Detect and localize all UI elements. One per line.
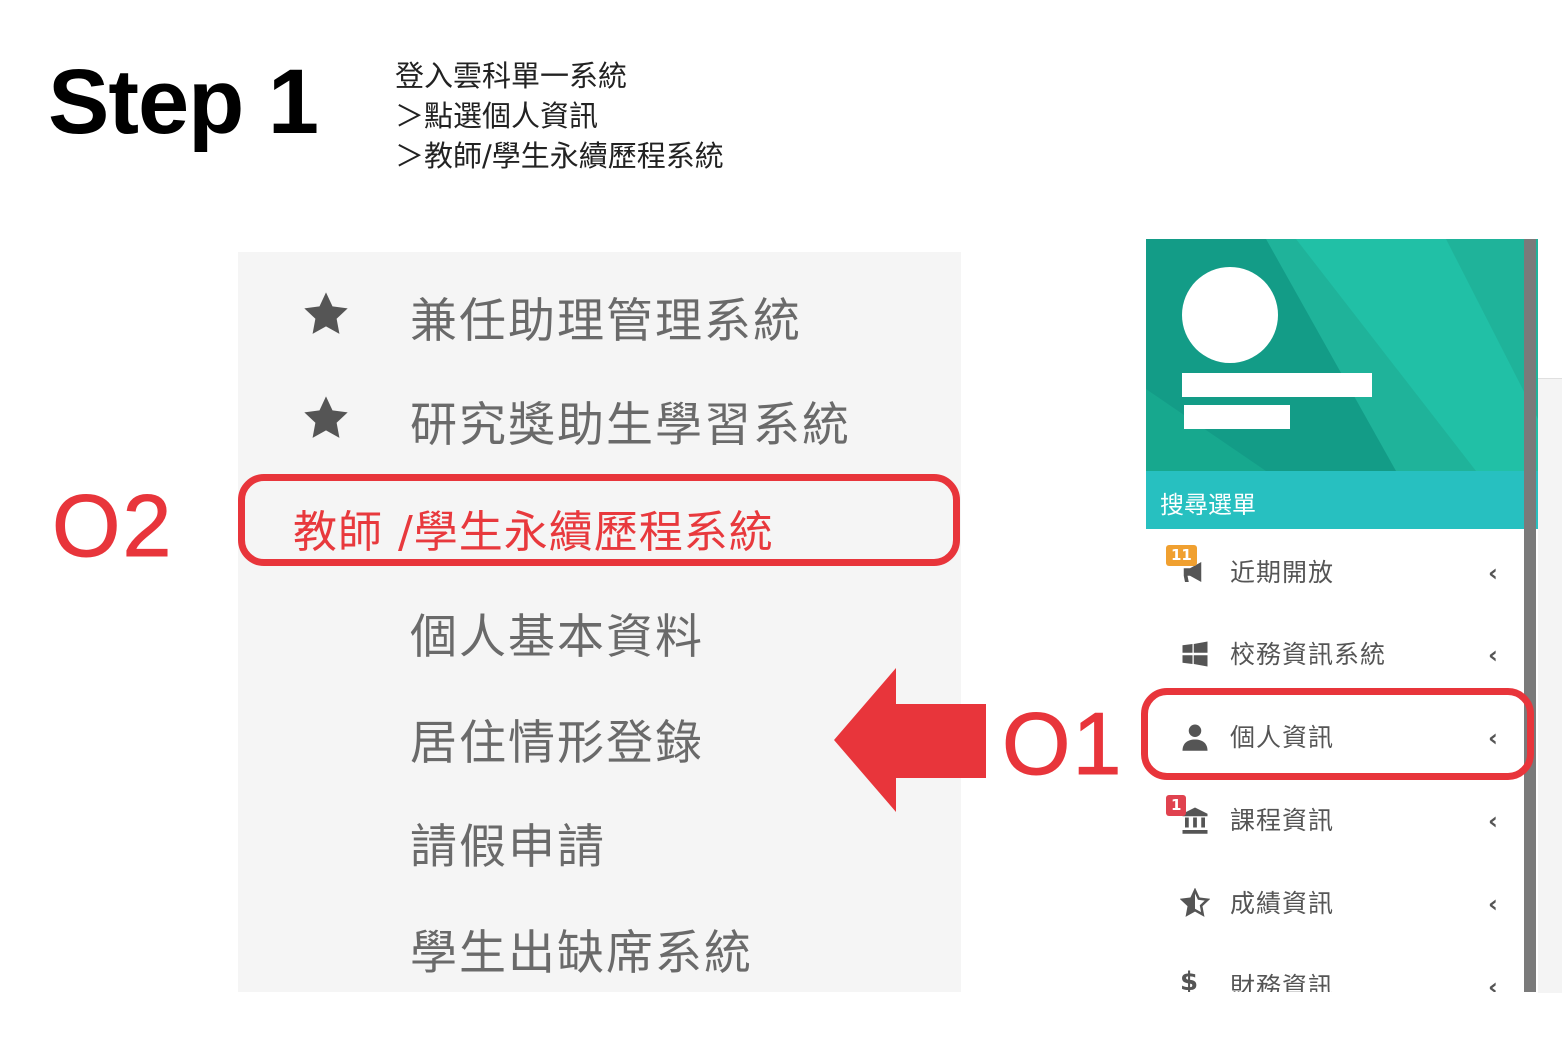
redacted-name: [1182, 373, 1372, 397]
windows-icon: [1182, 641, 1208, 667]
search-menu-bar[interactable]: 搜尋選單: [1146, 471, 1538, 529]
submenu-item-label: 研究獎助生學習系統: [410, 398, 851, 453]
sidebar-item-label: 成績資訊: [1230, 889, 1335, 918]
chevron-left-icon: ‹: [1488, 559, 1498, 587]
step-one-label: O1: [1001, 694, 1124, 793]
highlight-box-step-one: [1141, 688, 1534, 780]
chevron-left-icon: ‹: [1488, 641, 1498, 669]
submenu-item-attendance[interactable]: 學生出缺席系統: [238, 902, 961, 982]
badge: 1: [1166, 795, 1187, 816]
chevron-left-icon: ‹: [1488, 890, 1498, 918]
search-menu-label: 搜尋選單: [1160, 491, 1256, 519]
star-icon: [304, 292, 348, 334]
instruction-line: 登入雲科單一系統: [395, 59, 628, 93]
redacted-id: [1184, 405, 1290, 429]
sidebar-item-school-info[interactable]: 校務資訊系統 ‹: [1146, 615, 1538, 695]
submenu-panel: 兼任助理管理系統 研究獎助生學習系統 教師 /學生永續歷程系統 個人基本資料 居…: [238, 252, 961, 992]
submenu-item-assistant-system[interactable]: 兼任助理管理系統: [238, 270, 961, 350]
avatar: [1182, 267, 1278, 363]
page-content-edge: [1538, 378, 1562, 993]
sidebar-item-label: 校務資訊系統: [1230, 640, 1387, 669]
submenu-item-research-system[interactable]: 研究獎助生學習系統: [238, 374, 961, 454]
sidebar-item-finance-info[interactable]: $ 財務資訊 ‹: [1146, 947, 1538, 992]
step-two-label: O2: [51, 476, 174, 575]
chevron-left-icon: ‹: [1488, 973, 1498, 992]
arrow-left-icon: [834, 668, 986, 812]
sidebar-item-grade-info[interactable]: 成績資訊 ‹: [1146, 864, 1538, 944]
submenu-item-label: 居住情形登錄: [410, 716, 704, 771]
sidebar: 搜尋選單 11 近期開放 ‹ 校務資訊系統 ‹ 個人資訊 ‹ 1 課程資訊 ‹ …: [1146, 239, 1538, 992]
submenu-item-personal-data[interactable]: 個人基本資料: [238, 586, 961, 666]
submenu-item-label: 兼任助理管理系統: [410, 294, 802, 349]
submenu-item-label: 學生出缺席系統: [410, 926, 753, 981]
chevron-left-icon: ‹: [1488, 807, 1498, 835]
submenu-item-label: 請假申請: [410, 820, 606, 875]
step-title: Step 1: [48, 51, 319, 153]
profile-card: [1146, 239, 1538, 471]
highlight-box-step-two: [238, 474, 960, 566]
instruction-line: ＞教師/學生永續歷程系統: [395, 139, 724, 173]
submenu-item-label: 個人基本資料: [410, 610, 704, 665]
sidebar-item-label: 課程資訊: [1230, 806, 1335, 835]
sidebar-scrollbar[interactable]: [1524, 239, 1536, 992]
sidebar-item-recent[interactable]: 11 近期開放 ‹: [1146, 533, 1538, 613]
star-half-icon: [1180, 888, 1210, 917]
instruction-line: ＞點選個人資訊: [395, 99, 599, 133]
sidebar-item-label: 近期開放: [1230, 558, 1335, 587]
dollar-icon: $: [1180, 967, 1199, 992]
sidebar-item-course-info[interactable]: 1 課程資訊 ‹: [1146, 781, 1538, 861]
star-icon: [304, 396, 348, 438]
instructions: 登入雲科單一系統 ＞點選個人資訊 ＞教師/學生永續歷程系統: [395, 56, 724, 176]
sidebar-item-label: 財務資訊: [1230, 972, 1335, 992]
badge: 11: [1166, 545, 1197, 566]
